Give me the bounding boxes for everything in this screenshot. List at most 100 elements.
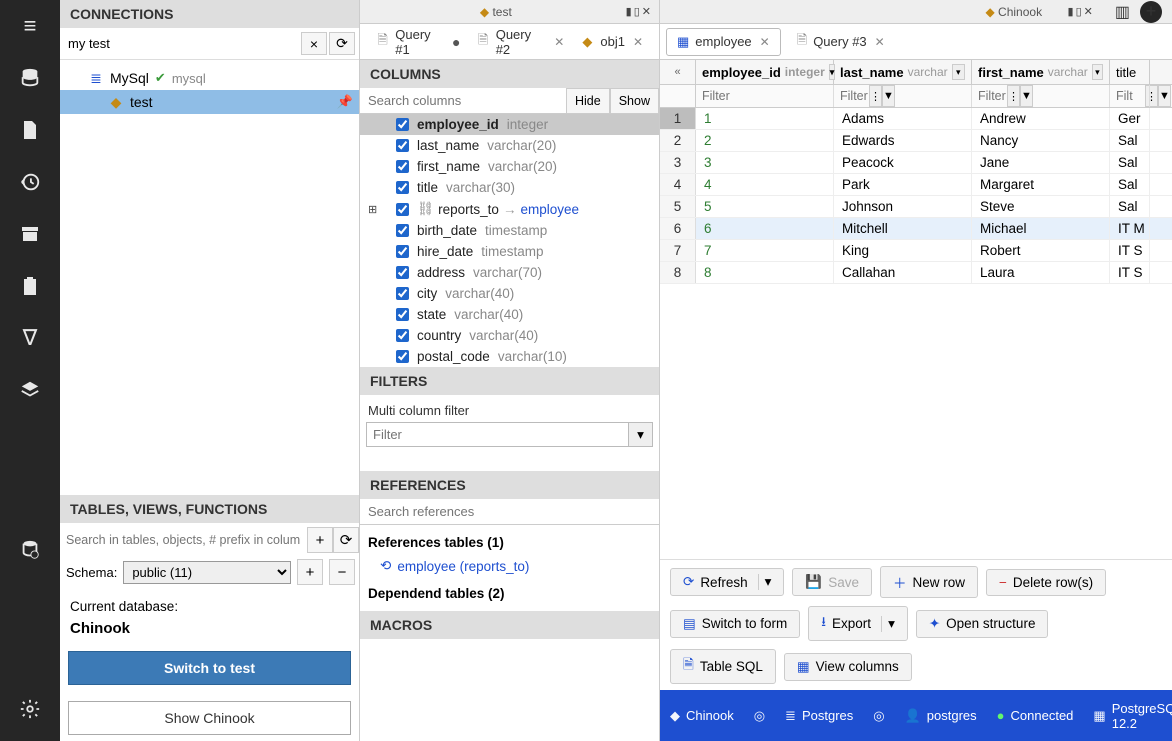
status-user[interactable]: 👤postgres xyxy=(905,708,977,724)
cell-title[interactable]: IT S xyxy=(1110,262,1150,283)
chevron-down-icon[interactable]: ▾ xyxy=(881,616,895,632)
database-icon[interactable] xyxy=(16,64,44,92)
table-row[interactable]: 55JohnsonSteveSal xyxy=(660,196,1172,218)
open-structure-button[interactable]: ✦Open structure xyxy=(916,610,1049,638)
filter-nav-icon[interactable]: ∇ xyxy=(16,324,44,352)
column-checkbox[interactable] xyxy=(396,329,409,342)
pin-icon[interactable]: 📌 xyxy=(337,94,353,110)
column-row-employee_id[interactable]: employee_id integer xyxy=(360,114,659,135)
status-server-alt-icon[interactable]: ◎ xyxy=(873,708,884,724)
switch-form-button[interactable]: ▤Switch to form xyxy=(670,610,800,638)
switch-db-button[interactable]: Switch to test xyxy=(68,651,351,685)
table-row[interactable]: 77KingRobertIT S xyxy=(660,240,1172,262)
column-checkbox[interactable] xyxy=(396,139,409,152)
cell-first-name[interactable]: Laura xyxy=(972,262,1110,283)
column-checkbox[interactable] xyxy=(396,118,409,131)
close-icon[interactable]: ✕ xyxy=(633,35,643,49)
file-icon[interactable] xyxy=(16,116,44,144)
status-connected[interactable]: ●Connected xyxy=(997,708,1074,723)
cell-employee-id[interactable]: 2 xyxy=(696,130,834,151)
table-row[interactable]: 66MitchellMichaelIT M xyxy=(660,218,1172,240)
tab-query2[interactable]: 🗎Query #2✕ xyxy=(468,21,572,63)
cell-employee-id[interactable]: 5 xyxy=(696,196,834,217)
references-search-input[interactable] xyxy=(360,499,659,525)
new-row-button[interactable]: ＋New row xyxy=(880,566,978,598)
tab-employee[interactable]: ▦employee✕ xyxy=(666,28,781,56)
cell-first-name[interactable]: Robert xyxy=(972,240,1110,261)
reload-connections-button[interactable]: ⟳ xyxy=(329,32,355,55)
column-menu-icon[interactable]: ▾ xyxy=(1092,64,1103,80)
refresh-button[interactable]: ⟳Refresh▾ xyxy=(670,568,784,596)
column-row-postal_code[interactable]: postal_code varchar(10) xyxy=(360,346,659,367)
layers-icon[interactable] xyxy=(16,376,44,404)
cell-title[interactable]: Sal xyxy=(1110,130,1150,151)
layout-icon[interactable]: ▥ xyxy=(1115,2,1130,22)
column-checkbox[interactable] xyxy=(396,245,409,258)
col-header-first-name[interactable]: first_name varchar▾ xyxy=(972,60,1110,84)
export-button[interactable]: ⭳Export▾ xyxy=(808,606,908,641)
cell-employee-id[interactable]: 3 xyxy=(696,152,834,173)
column-row-birth_date[interactable]: birth_date timestamp xyxy=(360,220,659,241)
cell-first-name[interactable]: Jane xyxy=(972,152,1110,173)
column-row-address[interactable]: address varchar(70) xyxy=(360,262,659,283)
fk-link[interactable]: employee xyxy=(520,202,579,217)
tables-search-input[interactable] xyxy=(60,527,307,553)
cell-employee-id[interactable]: 6 xyxy=(696,218,834,239)
cell-last-name[interactable]: Park xyxy=(834,174,972,195)
column-checkbox[interactable] xyxy=(396,160,409,173)
column-row-last_name[interactable]: last_name varchar(20) xyxy=(360,135,659,156)
status-server-icon[interactable]: ◎ xyxy=(754,708,765,724)
cell-first-name[interactable]: Steve xyxy=(972,196,1110,217)
cell-last-name[interactable]: Peacock xyxy=(834,152,972,173)
column-checkbox[interactable] xyxy=(396,308,409,321)
expand-columns-button[interactable]: « xyxy=(660,60,696,84)
cell-first-name[interactable]: Margaret xyxy=(972,174,1110,195)
column-menu-icon[interactable]: ▾ xyxy=(952,64,965,80)
connection-search-input[interactable] xyxy=(60,32,299,55)
cell-employee-id[interactable]: 8 xyxy=(696,262,834,283)
add-tab-button[interactable]: + xyxy=(1140,1,1162,23)
status-server[interactable]: ≣Postgres xyxy=(785,708,853,724)
column-row-reports_to[interactable]: ⊞ ⛓reports_to → employee xyxy=(360,198,659,220)
remove-schema-button[interactable]: − xyxy=(329,559,355,585)
table-row[interactable]: 88CallahanLauraIT S xyxy=(660,262,1172,284)
tab-query1[interactable]: 🗎Query #1● xyxy=(368,21,468,63)
column-row-hire_date[interactable]: hire_date timestamp xyxy=(360,241,659,262)
archive-icon[interactable] xyxy=(16,220,44,248)
column-checkbox[interactable] xyxy=(396,287,409,300)
tab-query3[interactable]: 🗎Query #3✕ xyxy=(787,26,895,58)
cell-employee-id[interactable]: 1 xyxy=(696,108,834,129)
add-table-button[interactable]: + xyxy=(307,527,333,553)
tab-obj1[interactable]: ◆obj1✕ xyxy=(572,28,651,55)
column-row-title[interactable]: title varchar(30) xyxy=(360,177,659,198)
table-sql-button[interactable]: 🗎Table SQL xyxy=(670,649,776,684)
column-row-city[interactable]: city varchar(40) xyxy=(360,283,659,304)
connection-mysql[interactable]: ≣ MySql ✔ mysql xyxy=(60,66,359,90)
table-row[interactable]: 44ParkMargaretSal xyxy=(660,174,1172,196)
clear-search-button[interactable]: × xyxy=(301,32,327,55)
filter-dropdown-button[interactable]: ▾ xyxy=(629,422,653,447)
cell-title[interactable]: Ger xyxy=(1110,108,1150,129)
save-button[interactable]: 💾Save xyxy=(792,568,872,596)
backup-icon[interactable] xyxy=(16,536,44,564)
column-checkbox[interactable] xyxy=(396,266,409,279)
cell-title[interactable]: Sal xyxy=(1110,152,1150,173)
filter-input[interactable] xyxy=(1110,86,1172,106)
cell-last-name[interactable]: Adams xyxy=(834,108,972,129)
column-row-first_name[interactable]: first_name varchar(20) xyxy=(360,156,659,177)
col-header-title[interactable]: title xyxy=(1110,60,1150,84)
cell-last-name[interactable]: King xyxy=(834,240,972,261)
close-icon[interactable]: ✕ xyxy=(554,35,564,49)
expand-icon[interactable]: ⊞ xyxy=(368,203,377,216)
column-row-country[interactable]: country varchar(40) xyxy=(360,325,659,346)
show-columns-button[interactable]: Show xyxy=(610,88,659,114)
status-engine[interactable]: ▦PostgreSQL 12.2 xyxy=(1093,701,1172,731)
cell-last-name[interactable]: Johnson xyxy=(834,196,972,217)
cell-title[interactable]: IT M xyxy=(1110,218,1150,239)
menu-icon[interactable]: ≡ xyxy=(16,12,44,40)
cell-last-name[interactable]: Mitchell xyxy=(834,218,972,239)
window-controls-icon[interactable]: ▮▯✕ xyxy=(626,5,653,18)
add-schema-button[interactable]: + xyxy=(297,559,323,585)
column-checkbox[interactable] xyxy=(396,203,409,216)
hide-columns-button[interactable]: Hide xyxy=(566,88,610,114)
